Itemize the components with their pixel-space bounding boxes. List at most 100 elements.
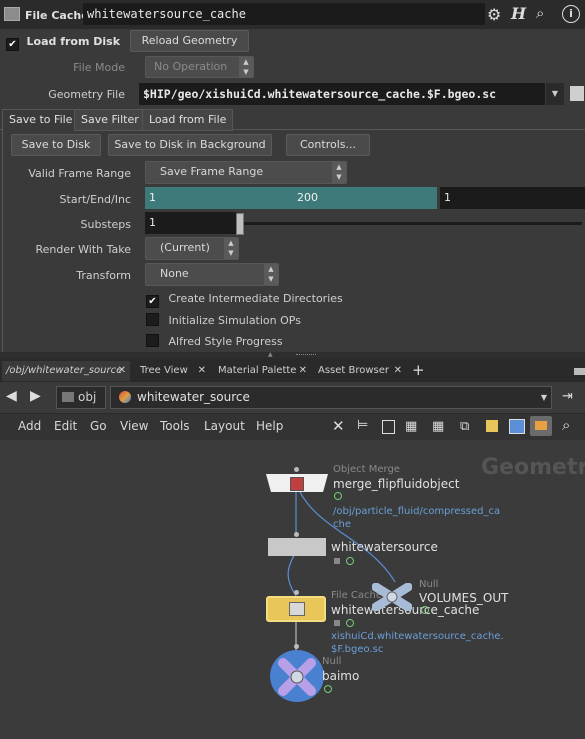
volumes-out-node-name: VOLUMES_OUT: [419, 591, 509, 605]
transform-value: None: [160, 267, 189, 280]
menu-view[interactable]: View: [120, 415, 148, 437]
valid-frame-range-label: Valid Frame Range: [28, 167, 131, 180]
node-type-text: File Cache: [25, 9, 89, 22]
pane-tab-tree-view[interactable]: Tree View ✕: [136, 361, 210, 381]
node-status-dot: [324, 685, 332, 693]
controls-button[interactable]: Controls...: [286, 134, 370, 156]
close-icon[interactable]: ✕: [299, 361, 307, 381]
node-name-field[interactable]: whitewatersource_cache: [83, 3, 485, 25]
menu-help[interactable]: Help: [256, 415, 283, 437]
volumes-out-node-type: Null: [419, 579, 439, 590]
create-dirs-checkbox[interactable]: ✔: [146, 295, 159, 308]
pane-menu-icon[interactable]: [574, 368, 585, 375]
node-type-label: File Cache: [4, 7, 89, 22]
chevron-down-icon[interactable]: ▼: [541, 387, 547, 408]
geometry-file-dropdown[interactable]: ▼: [546, 83, 564, 105]
menu-add[interactable]: Add: [18, 415, 41, 437]
chevron-updown-icon: ▲ ▼: [224, 238, 238, 259]
node-status-dot: [421, 606, 429, 614]
tree-icon[interactable]: ⊨: [357, 418, 368, 433]
menu-tools[interactable]: Tools: [160, 415, 190, 437]
node-status-dot: [346, 557, 354, 565]
load-from-disk-row[interactable]: ✔ Load from Disk: [6, 35, 120, 51]
substeps-slider-handle[interactable]: [236, 213, 244, 235]
forward-icon[interactable]: ▶: [30, 388, 41, 404]
grid-small-icon[interactable]: ▦: [432, 419, 444, 434]
valid-frame-range-value: Save Frame Range: [160, 165, 264, 178]
search-icon[interactable]: ⌕: [536, 4, 544, 22]
pane-tab-material-palette[interactable]: Material Palette ✕: [214, 361, 311, 381]
substeps-label: Substeps: [80, 218, 131, 231]
null-node-shape: [278, 658, 316, 696]
tab-save-to-file[interactable]: Save to File: [2, 109, 80, 131]
image-icon[interactable]: [509, 419, 525, 434]
geometry-file-field[interactable]: $HIP/geo/xishuiCd.whitewatersource_cache…: [139, 83, 545, 105]
menu-go[interactable]: Go: [90, 415, 107, 437]
geometry-object-icon: [119, 391, 131, 403]
tab-save-filter[interactable]: Save Filter: [74, 109, 146, 131]
file-mode-select[interactable]: No Operation ▲ ▼: [145, 56, 254, 78]
add-tab-icon[interactable]: +: [412, 361, 425, 379]
node-input-dot: [294, 532, 299, 537]
init-sim-ops-checkbox[interactable]: [146, 313, 159, 326]
create-dirs-row[interactable]: ✔ Create Intermediate Directories: [146, 292, 343, 308]
grid-view-icon[interactable]: ▦: [405, 419, 417, 434]
alfred-checkbox[interactable]: [146, 334, 159, 347]
close-icon[interactable]: ✕: [118, 361, 126, 381]
tab-load-from-file[interactable]: Load from File: [142, 109, 234, 131]
merge-node-info: /obj/particle_fluid/compressed_ca che: [333, 506, 501, 530]
init-sim-ops-row[interactable]: Initialize Simulation OPs: [146, 313, 301, 327]
network-box-icon[interactable]: ⧉: [460, 419, 469, 434]
chevron-updown-icon: ▲ ▼: [264, 264, 278, 285]
reload-geometry-button[interactable]: Reload Geometry: [130, 30, 249, 52]
alfred-label: Alfred Style Progress: [168, 335, 283, 348]
pane-tab-network[interactable]: /obj/whitewater_source ✕: [2, 361, 130, 381]
list-view-icon[interactable]: [382, 420, 395, 434]
load-from-disk-checkbox[interactable]: ✔: [6, 38, 19, 51]
save-to-disk-background-button[interactable]: Save to Disk in Background: [108, 134, 272, 156]
substeps-slider-track[interactable]: [240, 222, 582, 225]
menu-layout[interactable]: Layout: [204, 415, 245, 437]
render-with-take-select[interactable]: (Current) ▲ ▼: [145, 237, 239, 260]
start-field[interactable]: 1: [145, 187, 294, 209]
filecache-node-info: xishuiCd.whitewatersource_cache. $F.bgeo…: [331, 631, 504, 655]
load-from-disk-label: Load from Disk: [26, 35, 121, 48]
pane-tab-asset-browser[interactable]: Asset Browser ✕: [314, 361, 406, 381]
substeps-field[interactable]: 1: [145, 212, 237, 234]
help-icon[interactable]: H: [511, 4, 526, 23]
close-icon[interactable]: ✕: [198, 361, 206, 381]
merge-node-type: Object Merge: [333, 464, 400, 475]
valid-frame-range-select[interactable]: Save Frame Range ▲ ▼: [145, 161, 347, 184]
back-icon[interactable]: ◀: [6, 388, 17, 404]
inc-field[interactable]: 1: [440, 187, 585, 209]
node-input-dot: [294, 467, 299, 472]
search-icon[interactable]: ⌕: [562, 416, 570, 434]
alfred-row[interactable]: Alfred Style Progress: [146, 334, 283, 348]
tools-icon[interactable]: ✕: [332, 417, 345, 435]
sticky-note-icon[interactable]: [486, 420, 498, 432]
transform-select[interactable]: None ▲ ▼: [145, 263, 279, 286]
baimo-node-name: baimo: [322, 669, 360, 683]
pin-icon[interactable]: ⇥: [562, 389, 573, 404]
close-icon[interactable]: ✕: [394, 361, 402, 381]
path-current-crumb[interactable]: whitewater_source ▼: [110, 386, 552, 409]
path-current-label: whitewater_source: [137, 390, 250, 404]
file-chooser-icon[interactable]: [570, 86, 584, 101]
path-obj-crumb[interactable]: obj: [56, 386, 106, 409]
info-icon[interactable]: i: [562, 5, 580, 23]
pane-tab-tree-view-label: Tree View: [140, 365, 188, 376]
menu-edit[interactable]: Edit: [54, 415, 77, 437]
node-type-icon: [4, 7, 20, 21]
lock-icon: [334, 558, 340, 564]
node-status-dot: [346, 619, 354, 627]
pane-tab-material-palette-label: Material Palette: [218, 365, 297, 376]
node-whitewatersource[interactable]: [268, 538, 326, 556]
merge-icon: [290, 477, 304, 491]
node-volumes-out[interactable]: [371, 582, 413, 612]
end-field[interactable]: 200: [293, 187, 437, 209]
save-to-disk-button[interactable]: Save to Disk: [11, 134, 101, 156]
flag-icon[interactable]: [530, 416, 552, 436]
gear-icon[interactable]: ⚙: [487, 5, 501, 24]
init-sim-ops-label: Initialize Simulation OPs: [168, 314, 301, 327]
obj-icon: [62, 392, 74, 402]
